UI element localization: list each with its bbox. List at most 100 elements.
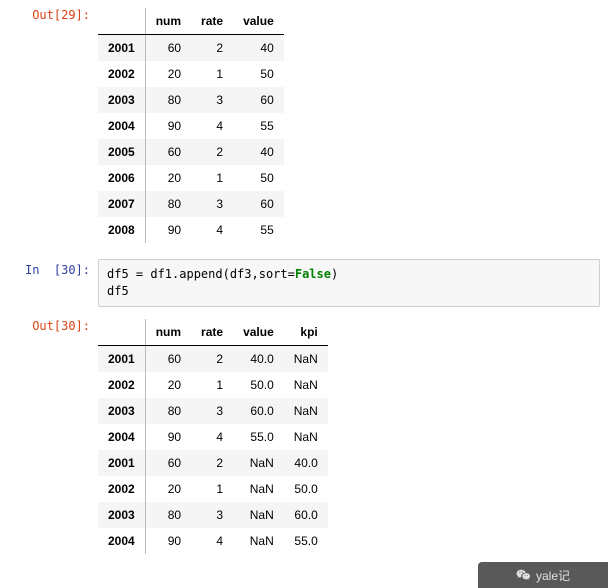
table-row: 200160240 xyxy=(98,35,284,62)
table-cell: 4 xyxy=(191,424,233,450)
output-area-30: numratevaluekpi200160240.0NaN200220150.0… xyxy=(98,315,608,562)
table-cell: 1 xyxy=(191,61,233,87)
table-cell: 60 xyxy=(145,35,191,62)
table-cell: 4 xyxy=(191,113,233,139)
table-row: 2003803NaN60.0 xyxy=(98,502,328,528)
table-cell: 60.0 xyxy=(284,502,328,528)
table-cell: 55 xyxy=(233,217,284,243)
row-index: 2005 xyxy=(98,139,145,165)
dataframe-table-29: numratevalue2001602402002201502003803602… xyxy=(98,8,284,243)
table-row: 200560240 xyxy=(98,139,284,165)
row-index: 2003 xyxy=(98,87,145,113)
column-header: value xyxy=(233,319,284,346)
row-index: 2006 xyxy=(98,165,145,191)
table-cell: 90 xyxy=(145,424,191,450)
table-cell: 3 xyxy=(191,502,233,528)
table-row: 2001602NaN40.0 xyxy=(98,450,328,476)
table-cell: 55.0 xyxy=(233,424,284,450)
table-cell: 60 xyxy=(145,139,191,165)
prompt-out-30: Out[30]: xyxy=(0,315,98,333)
input-area-30[interactable]: df5 = df1.append(df3,sort=False) df5 xyxy=(98,259,608,307)
table-cell: 3 xyxy=(191,87,233,113)
table-cell: 4 xyxy=(191,217,233,243)
table-row: 2004904NaN55.0 xyxy=(98,528,328,554)
table-cell: 80 xyxy=(145,191,191,217)
table-cell: NaN xyxy=(233,476,284,502)
table-cell: 40 xyxy=(233,139,284,165)
row-index: 2001 xyxy=(98,35,145,62)
row-index: 2001 xyxy=(98,345,145,372)
code-text: ) xyxy=(331,267,338,281)
watermark: yale记 xyxy=(478,562,608,588)
table-cell: NaN xyxy=(233,528,284,554)
table-cell: 1 xyxy=(191,165,233,191)
prompt-out-29: Out[29]: xyxy=(0,4,98,22)
table-cell: 60.0 xyxy=(233,398,284,424)
row-index: 2003 xyxy=(98,398,145,424)
table-cell: NaN xyxy=(233,450,284,476)
row-index: 2002 xyxy=(98,61,145,87)
row-index: 2004 xyxy=(98,113,145,139)
table-cell: 20 xyxy=(145,165,191,191)
table-row: 200490455.0NaN xyxy=(98,424,328,450)
table-cell: 20 xyxy=(145,61,191,87)
row-index: 2001 xyxy=(98,450,145,476)
table-cell: 80 xyxy=(145,398,191,424)
table-cell: 60 xyxy=(145,345,191,372)
table-cell: 2 xyxy=(191,345,233,372)
table-cell: 1 xyxy=(191,476,233,502)
table-cell: NaN xyxy=(284,398,328,424)
table-corner xyxy=(98,8,145,35)
column-header: value xyxy=(233,8,284,35)
table-row: 200380360 xyxy=(98,87,284,113)
table-corner xyxy=(98,319,145,346)
table-cell: 50.0 xyxy=(284,476,328,502)
cell-out-29: Out[29]: numratevalue2001602402002201502… xyxy=(0,0,608,255)
table-row: 200220150 xyxy=(98,61,284,87)
table-cell: 40.0 xyxy=(284,450,328,476)
table-row: 200490455 xyxy=(98,113,284,139)
code-keyword: False xyxy=(295,267,331,281)
table-cell: 60 xyxy=(233,87,284,113)
table-row: 200380360.0NaN xyxy=(98,398,328,424)
table-cell: 3 xyxy=(191,191,233,217)
cell-in-30: In [30]: df5 = df1.append(df3,sort=False… xyxy=(0,255,608,311)
table-cell: 90 xyxy=(145,217,191,243)
table-cell: 20 xyxy=(145,476,191,502)
code-editor-30[interactable]: df5 = df1.append(df3,sort=False) df5 xyxy=(98,259,600,307)
row-index: 2004 xyxy=(98,424,145,450)
row-index: 2002 xyxy=(98,476,145,502)
table-cell: NaN xyxy=(284,372,328,398)
column-header: kpi xyxy=(284,319,328,346)
row-index: 2004 xyxy=(98,528,145,554)
output-area-29: numratevalue2001602402002201502003803602… xyxy=(98,4,608,251)
table-cell: 40.0 xyxy=(233,345,284,372)
table-cell: 80 xyxy=(145,87,191,113)
table-cell: 2 xyxy=(191,450,233,476)
cell-out-30: Out[30]: numratevaluekpi200160240.0NaN20… xyxy=(0,311,608,566)
table-cell: 1 xyxy=(191,372,233,398)
column-header: num xyxy=(145,8,191,35)
table-cell: NaN xyxy=(233,502,284,528)
column-header: rate xyxy=(191,8,233,35)
table-row: 200160240.0NaN xyxy=(98,345,328,372)
code-text: df5 xyxy=(107,284,129,298)
table-cell: 55 xyxy=(233,113,284,139)
table-cell: 50 xyxy=(233,165,284,191)
table-cell: 55.0 xyxy=(284,528,328,554)
table-row: 200620150 xyxy=(98,165,284,191)
table-cell: NaN xyxy=(284,424,328,450)
table-cell: 80 xyxy=(145,502,191,528)
row-index: 2002 xyxy=(98,372,145,398)
table-cell: 4 xyxy=(191,528,233,554)
table-cell: 90 xyxy=(145,113,191,139)
row-index: 2008 xyxy=(98,217,145,243)
row-index: 2007 xyxy=(98,191,145,217)
table-cell: 2 xyxy=(191,35,233,62)
table-cell: NaN xyxy=(284,345,328,372)
code-text: df5 = df1.append(df3,sort= xyxy=(107,267,295,281)
table-cell: 20 xyxy=(145,372,191,398)
table-row: 200220150.0NaN xyxy=(98,372,328,398)
table-cell: 3 xyxy=(191,398,233,424)
table-cell: 90 xyxy=(145,528,191,554)
